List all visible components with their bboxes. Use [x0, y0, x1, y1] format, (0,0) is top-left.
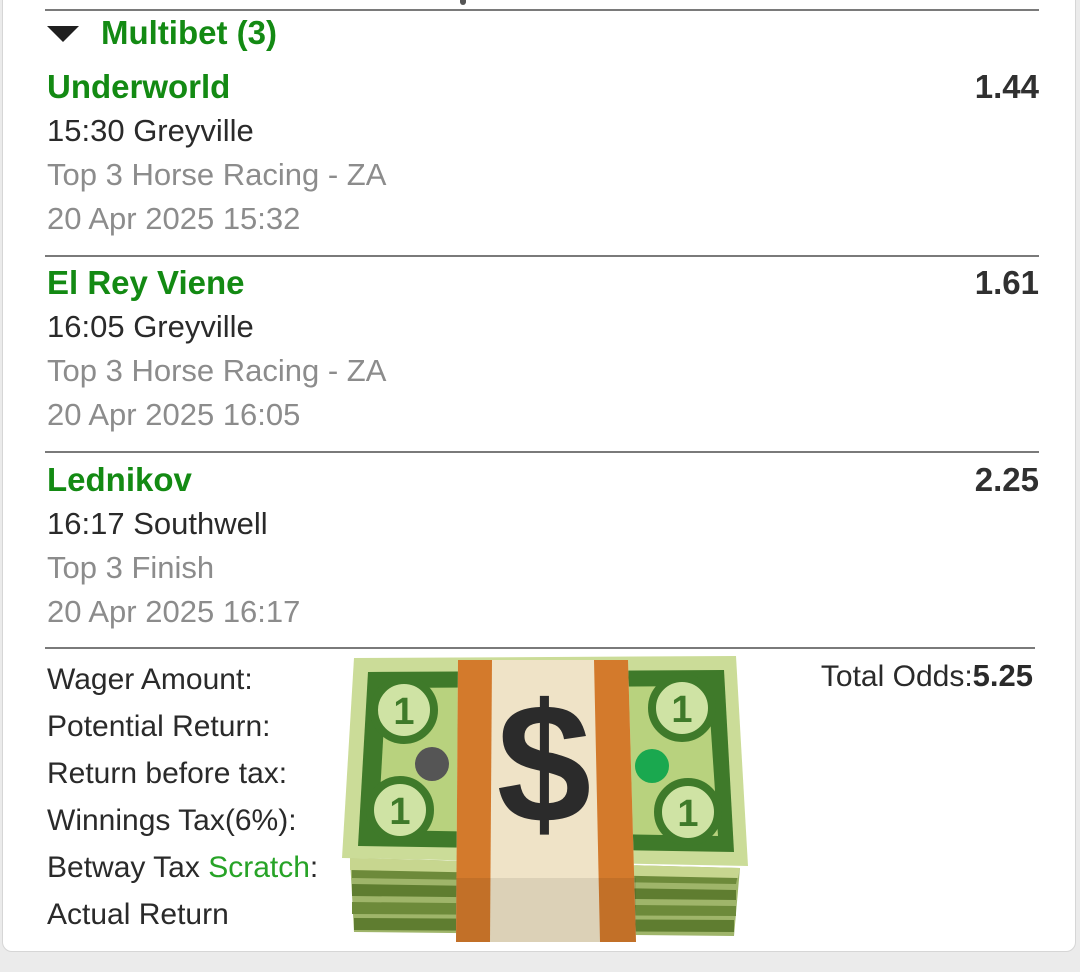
return-before-tax-label: Return before tax: — [47, 757, 288, 790]
wager-amount-label: Wager Amount: — [47, 663, 253, 696]
betway-tax-label: Betway Tax — [47, 851, 209, 884]
betway-tax-row: Betway Tax Scratch: — [47, 848, 318, 888]
svg-text:1: 1 — [677, 793, 698, 835]
bet-leg: Lednikov 2.25 16:17 Southwell Top 3 Fini… — [47, 460, 1041, 640]
bet-leg: El Rey Viene 1.61 16:05 Greyville Top 3 … — [47, 263, 1041, 443]
denomination-medallion: 1 — [366, 776, 434, 844]
leg-date: 20 Apr 2025 16:05 — [47, 397, 301, 432]
leg-date: 20 Apr 2025 16:17 — [47, 594, 301, 629]
total-odds: Total Odds:5.25 — [821, 656, 1033, 697]
actual-return-label: Actual Return — [47, 898, 229, 931]
potential-return-label: Potential Return: — [47, 710, 271, 743]
leg-market: Top 3 Horse Racing - ZA — [47, 353, 387, 388]
denomination-medallion: 1 — [648, 674, 716, 742]
svg-text:1: 1 — [389, 791, 410, 833]
leg-date: 20 Apr 2025 15:32 — [47, 201, 301, 236]
leg-selection: El Rey Viene — [47, 264, 245, 301]
svg-text:1: 1 — [393, 691, 414, 733]
leg-event: 15:30 Greyville — [47, 113, 254, 148]
leg-odds: 1.61 — [974, 264, 1039, 301]
leg-divider — [45, 451, 1039, 453]
caret-down-icon[interactable] — [47, 26, 79, 42]
denomination-medallion: 1 — [654, 778, 722, 846]
leg-market: Top 3 Horse Racing - ZA — [47, 157, 387, 192]
dollar-sign-icon: $ — [497, 669, 592, 859]
money-bag-stack-icon: 1 1 1 1 $ — [342, 656, 748, 942]
scroll-handle — [460, 0, 466, 5]
leg-odds: 2.25 — [974, 461, 1039, 498]
multibet-header[interactable]: Multibet (3) — [47, 11, 277, 55]
leg-market: Top 3 Finish — [47, 550, 215, 585]
total-odds-label: Total Odds: — [820, 660, 973, 693]
total-odds-value: 5.25 — [972, 658, 1033, 693]
leg-odds: 1.44 — [974, 68, 1039, 105]
denomination-medallion: 1 — [370, 676, 438, 744]
seal-dot-green — [635, 749, 669, 783]
leg-event: 16:05 Greyville — [47, 309, 254, 344]
multibet-title: Multibet (3) — [101, 14, 277, 51]
betway-tax-colon: : — [309, 851, 319, 884]
bet-leg: Underworld 1.44 15:30 Greyville Top 3 Ho… — [47, 67, 1041, 247]
summary-divider — [45, 647, 1035, 649]
leg-selection: Lednikov — [47, 461, 192, 498]
leg-event: 16:17 Southwell — [47, 506, 268, 541]
scratch-link[interactable]: Scratch — [208, 851, 310, 884]
leg-selection: Underworld — [47, 68, 231, 105]
leg-divider — [45, 255, 1039, 257]
svg-text:1: 1 — [671, 689, 692, 731]
winnings-tax-label: Winnings Tax(6%): — [47, 804, 297, 837]
seal-dot-gray — [415, 747, 449, 781]
